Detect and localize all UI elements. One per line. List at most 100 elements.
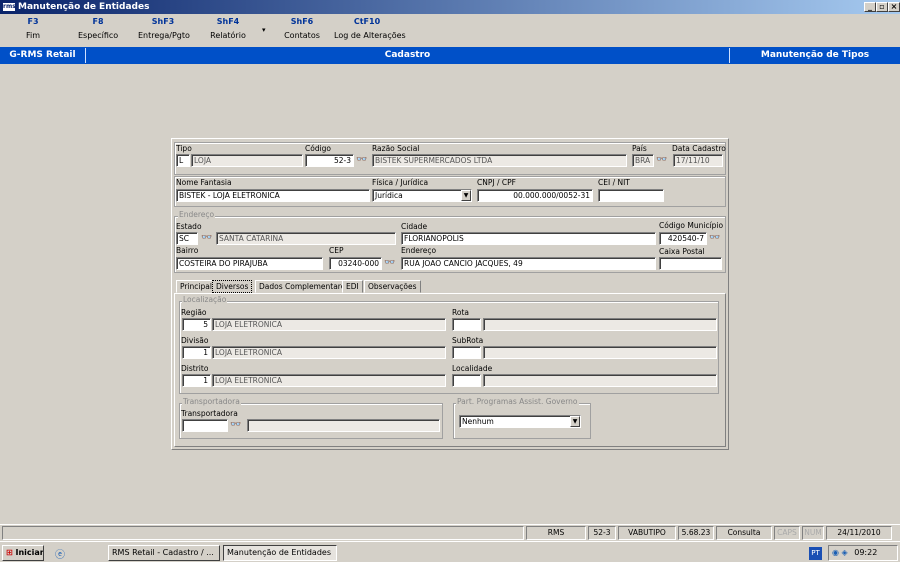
clock: 09:22 xyxy=(854,548,878,557)
distrito-desc-field: LOJA ELETRONICA xyxy=(212,374,446,387)
minimize-button[interactable]: _ xyxy=(864,2,876,12)
fisjur-select[interactable]: Jurídica ▼ xyxy=(372,189,472,202)
fisjur-label: Física / Jurídica xyxy=(372,178,429,187)
windows-logo-icon: ⊞ xyxy=(6,548,13,557)
taskbar-rms-cadastro[interactable]: RMS Retail - Cadastro / ... xyxy=(108,545,220,561)
endereco-group-label: Endereço xyxy=(178,210,216,219)
caixa-postal-field[interactable] xyxy=(659,257,722,270)
programas-group-label: Part. Programas Assist. Governo xyxy=(456,397,579,406)
chevron-down-icon[interactable]: ▼ xyxy=(461,190,471,201)
status-message xyxy=(2,526,524,540)
module-header: G-RMS Retail Cadastro Manutenção de Tipo… xyxy=(0,47,900,64)
fkey-shf4[interactable]: ShF4 Relatório xyxy=(210,17,246,40)
tab-observacoes[interactable]: Observações xyxy=(364,280,421,293)
status-version: 5.68.23 xyxy=(678,526,714,540)
cei-field[interactable] xyxy=(598,189,664,202)
close-button[interactable]: × xyxy=(888,2,900,12)
cep-binoculars-icon[interactable]: 👓 xyxy=(383,257,397,270)
window-title: Manutenção de Entidades xyxy=(18,2,150,12)
estado-code-field[interactable]: SC xyxy=(176,232,198,245)
tab-diversos[interactable]: Diversos xyxy=(212,280,253,293)
data-cadastro-field: 17/11/10 xyxy=(673,154,723,167)
subrota-label: SubRota xyxy=(452,336,484,345)
transportadora-code-field[interactable] xyxy=(182,419,228,432)
codigo-municipio-field[interactable]: 420540-7 xyxy=(659,232,707,245)
regiao-code-field[interactable]: 5 xyxy=(182,318,211,331)
cidade-field[interactable]: FLORIANOPOLIS xyxy=(401,232,656,245)
header-module: Cadastro xyxy=(384,50,431,60)
tipo-desc-field: LOJA xyxy=(191,154,303,167)
status-num: NUM xyxy=(802,526,824,540)
programas-select[interactable]: Nenhum ▼ xyxy=(459,415,581,428)
dropdown-arrow-icon[interactable]: ▾ xyxy=(262,26,266,34)
pais-label: País xyxy=(632,144,647,153)
transportadora-label: Transportadora xyxy=(181,409,238,418)
internet-explorer-icon[interactable]: ⓔ xyxy=(55,546,65,561)
system-tray: ◉ ◈ 09:22 xyxy=(828,545,898,561)
codigo-municipio-label: Código Município xyxy=(659,221,724,230)
tab-principal[interactable]: Principal xyxy=(176,280,216,293)
estado-label: Estado xyxy=(176,222,202,231)
fkey-shf3[interactable]: ShF3 Entrega/Pgto xyxy=(138,17,190,40)
cep-label: CEP xyxy=(329,246,344,255)
status-mode: Consulta xyxy=(716,526,772,540)
estado-desc-field: SANTA CATARINA xyxy=(216,232,396,245)
network-icon[interactable]: ◉ xyxy=(832,548,839,557)
transportadora-group-label: Transportadora xyxy=(182,397,241,406)
cnpj-field[interactable]: 00.000.000/0052-31 xyxy=(477,189,593,202)
rota-label: Rota xyxy=(452,308,469,317)
municipio-binoculars-icon[interactable]: 👓 xyxy=(708,232,722,245)
localidade-code-field[interactable] xyxy=(452,374,481,387)
tab-dados-complementares[interactable]: Dados Complementares xyxy=(255,280,354,293)
distrito-code-field[interactable]: 1 xyxy=(182,374,211,387)
logradouro-label: Endereço xyxy=(401,246,437,255)
title-bar: rms Manutenção de Entidades _ ▫ × xyxy=(0,0,900,14)
bairro-label: Bairro xyxy=(176,246,199,255)
taskbar-manutencao-entidades[interactable]: Manutenção de Entidades xyxy=(223,545,337,561)
divisao-code-field[interactable]: 1 xyxy=(182,346,211,359)
status-code: 52-3 xyxy=(588,526,616,540)
fantasia-field[interactable]: BISTEK - LOJA ELETRONICA xyxy=(176,189,370,202)
razao-label: Razão Social xyxy=(372,144,420,153)
language-indicator[interactable]: PT xyxy=(809,547,822,560)
volume-icon[interactable]: ◈ xyxy=(842,548,848,557)
fkey-f8[interactable]: F8 Específico xyxy=(78,17,118,40)
tipo-label: Tipo xyxy=(176,144,192,153)
localidade-desc-field xyxy=(483,374,717,387)
fkey-ctf10[interactable]: CtF10 Log de Alterações xyxy=(334,17,406,40)
logradouro-field[interactable]: RUA JOAO CANCIO JACQUES, 49 xyxy=(401,257,656,270)
status-caps: CAPS xyxy=(774,526,800,540)
divisao-desc-field: LOJA ELETRONICA xyxy=(212,346,446,359)
cep-field[interactable]: 03240-000 xyxy=(329,257,382,270)
subrota-code-field[interactable] xyxy=(452,346,481,359)
transportadora-desc-field xyxy=(247,419,440,432)
cidade-label: Cidade xyxy=(401,222,428,231)
header-system: G-RMS Retail xyxy=(9,50,76,60)
chevron-down-icon[interactable]: ▼ xyxy=(570,416,580,427)
localizacao-group-label: Localização xyxy=(182,295,228,304)
fkey-shf6[interactable]: ShF6 Contatos xyxy=(284,17,320,40)
entity-form-panel: Tipo L LOJA Código 52-3 👓 Razão Social B… xyxy=(171,138,729,450)
caixa-postal-label: Caixa Postal xyxy=(659,247,705,256)
codigo-label: Código xyxy=(305,144,332,153)
bairro-field[interactable]: COSTEIRA DO PIRAJUBA xyxy=(176,257,323,270)
cnpj-label: CNPJ / CPF xyxy=(477,178,516,187)
regiao-label: Região xyxy=(181,308,207,317)
subrota-desc-field xyxy=(483,346,717,359)
pais-binoculars-icon[interactable]: 👓 xyxy=(655,154,669,167)
codigo-binoculars-icon[interactable]: 👓 xyxy=(355,154,369,167)
transportadora-binoculars-icon[interactable]: 👓 xyxy=(229,419,243,432)
start-button[interactable]: ⊞ Iniciar xyxy=(2,545,44,561)
tab-edi[interactable]: EDI xyxy=(342,280,363,293)
maximize-button[interactable]: ▫ xyxy=(876,2,888,12)
taskbar: ⊞ Iniciar ⓔ RMS Retail - Cadastro / ... … xyxy=(0,541,900,562)
tipo-code-field[interactable]: L xyxy=(176,154,190,167)
codigo-field[interactable]: 52-3 xyxy=(305,154,354,167)
fkey-f3[interactable]: F3 Fim xyxy=(24,17,42,40)
distrito-label: Distrito xyxy=(181,364,209,373)
estado-binoculars-icon[interactable]: 👓 xyxy=(200,232,214,245)
fantasia-label: Nome Fantasia xyxy=(176,178,232,187)
rota-code-field[interactable] xyxy=(452,318,481,331)
function-toolbar: F3 Fim F8 Específico ShF3 Entrega/Pgto ShF4… xyxy=(0,14,900,47)
pais-field: BRA xyxy=(632,154,654,167)
